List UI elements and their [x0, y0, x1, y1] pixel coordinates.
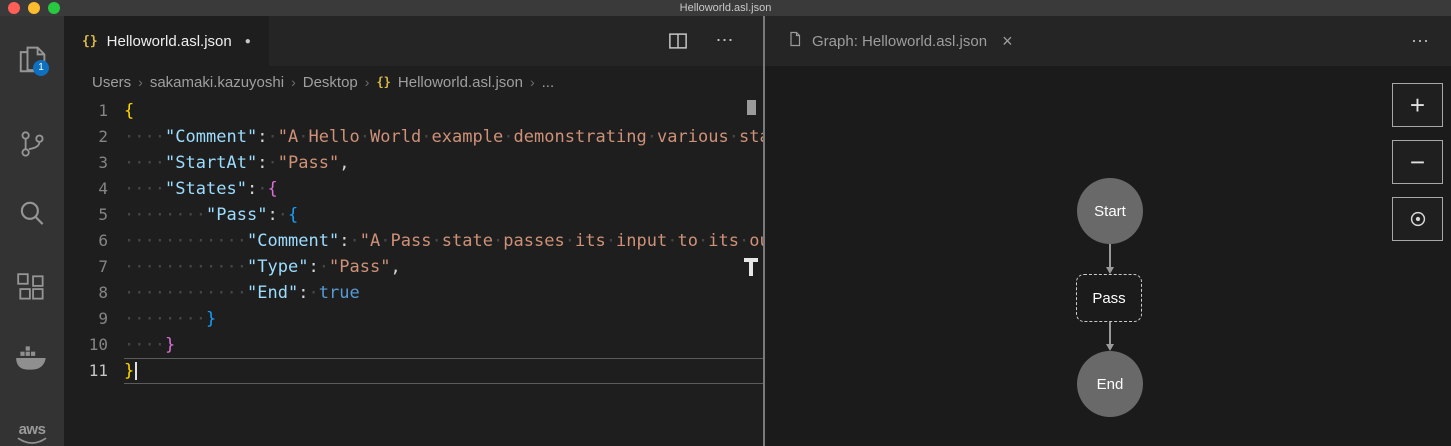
chevron-right-icon: › — [291, 74, 296, 90]
overview-ruler-mark — [744, 258, 758, 276]
tab-label: Helloworld.asl.json — [106, 32, 232, 50]
graph-node-pass[interactable]: Pass — [1076, 274, 1142, 322]
line-number: 11 — [88, 361, 108, 380]
breadcrumb-item-user[interactable]: sakamaki.kazuyoshi — [150, 74, 284, 91]
line-number: 9 — [98, 309, 108, 328]
graph-panel: Graph: Helloworld.asl.json × ⋯ + − Start… — [765, 16, 1451, 446]
line-number: 7 — [98, 257, 108, 276]
line-number: 1 — [98, 101, 108, 120]
line-number: 3 — [98, 153, 108, 172]
editor[interactable]: 1{2 ····"Comment":·"A·Hello·World·example… — [64, 98, 763, 446]
graph-node-start[interactable]: Start — [1077, 178, 1143, 244]
activity-bar: 1 aws — [0, 16, 64, 446]
tab-bar: {} Helloworld.asl.json ● ⋯ — [64, 16, 763, 66]
code-line[interactable]: 5 ········"Pass":·{ — [64, 202, 763, 228]
code-line[interactable]: 2 ····"Comment":·"A·Hello·World·example·d… — [64, 124, 763, 150]
extensions-icon[interactable] — [0, 264, 64, 312]
graph-node-end[interactable]: End — [1077, 351, 1143, 417]
search-icon[interactable] — [0, 190, 64, 238]
code-line[interactable]: 11} — [64, 358, 763, 384]
editor-group: {} Helloworld.asl.json ● ⋯ Users › sakam… — [64, 16, 763, 446]
tab-graph-helloworld[interactable]: Graph: Helloworld.asl.json × — [765, 16, 1035, 66]
code-line[interactable]: 6 ············"Comment":·"A·Pass·state·pa… — [64, 228, 763, 254]
code-line[interactable]: 3 ····"StartAt":·"Pass", — [64, 150, 763, 176]
explorer-icon[interactable]: 1 — [0, 34, 64, 86]
graph-tab-label: Graph: Helloworld.asl.json — [812, 32, 988, 50]
line-number: 2 — [98, 127, 108, 146]
editor-more-actions-icon[interactable]: ⋯ — [712, 27, 738, 53]
editor-lines: 1{2 ····"Comment":·"A·Hello·World·example… — [64, 98, 763, 384]
json-braces-icon: {} — [82, 33, 98, 49]
line-number: 6 — [98, 231, 108, 250]
chevron-right-icon: › — [138, 74, 143, 90]
chevron-right-icon: › — [364, 74, 370, 90]
modified-indicator[interactable]: ● — [245, 36, 251, 47]
close-icon[interactable]: × — [1002, 31, 1013, 52]
state-machine-graph: Start Pass End — [765, 66, 1451, 446]
code-line[interactable]: 10 ····} — [64, 332, 763, 358]
code-line[interactable]: 8 ············"End":·true — [64, 280, 763, 306]
breadcrumb-item-desktop[interactable]: Desktop — [303, 74, 358, 91]
split-editor-icon[interactable] — [668, 31, 688, 51]
window-title: Helloworld.asl.json — [679, 2, 772, 14]
code-line[interactable]: 4 ····"States":·{ — [64, 176, 763, 202]
line-number: 5 — [98, 205, 108, 224]
line-number: 8 — [98, 283, 108, 302]
titlebar: Helloworld.asl.json — [0, 0, 1451, 16]
scrollbar-thumb[interactable] — [747, 100, 756, 115]
code-line[interactable]: 9 ········} — [64, 306, 763, 332]
docker-icon[interactable] — [0, 334, 64, 382]
code-line[interactable]: 7 ············"Type":·"Pass", — [64, 254, 763, 280]
breadcrumb-item-symbols[interactable]: ... — [542, 74, 555, 91]
breadcrumb-item-users[interactable]: Users — [92, 74, 131, 91]
graph-panel-tab-bar: Graph: Helloworld.asl.json × ⋯ — [765, 16, 1451, 66]
line-number: 4 — [98, 179, 108, 198]
source-control-icon[interactable] — [0, 120, 64, 168]
text-cursor — [135, 362, 138, 380]
chevron-right-icon: › — [529, 74, 535, 90]
panel-more-actions-icon[interactable]: ⋯ — [1407, 28, 1433, 54]
line-number: 10 — [88, 335, 108, 354]
json-braces-icon: {} — [376, 75, 391, 89]
aws-toolkit-icon[interactable]: aws — [0, 412, 64, 446]
code-line[interactable]: 1{ — [64, 98, 763, 124]
aws-label: aws — [18, 420, 46, 438]
file-icon — [787, 30, 803, 53]
breadcrumb: Users › sakamaki.kazuyoshi › Desktop › {… — [64, 66, 763, 98]
vscode-window: Helloworld.asl.json 1 aws {} Helloworld.… — [0, 0, 1451, 446]
explorer-badge: 1 — [33, 60, 49, 76]
tab-helloworld-asl-json[interactable]: {} Helloworld.asl.json ● — [64, 16, 269, 66]
graph-edge-arrow — [1106, 322, 1113, 351]
graph-canvas: + − Start Pass End — [765, 66, 1451, 446]
graph-edge-arrow — [1106, 244, 1113, 274]
breadcrumb-item-file[interactable]: Helloworld.asl.json — [398, 74, 523, 91]
